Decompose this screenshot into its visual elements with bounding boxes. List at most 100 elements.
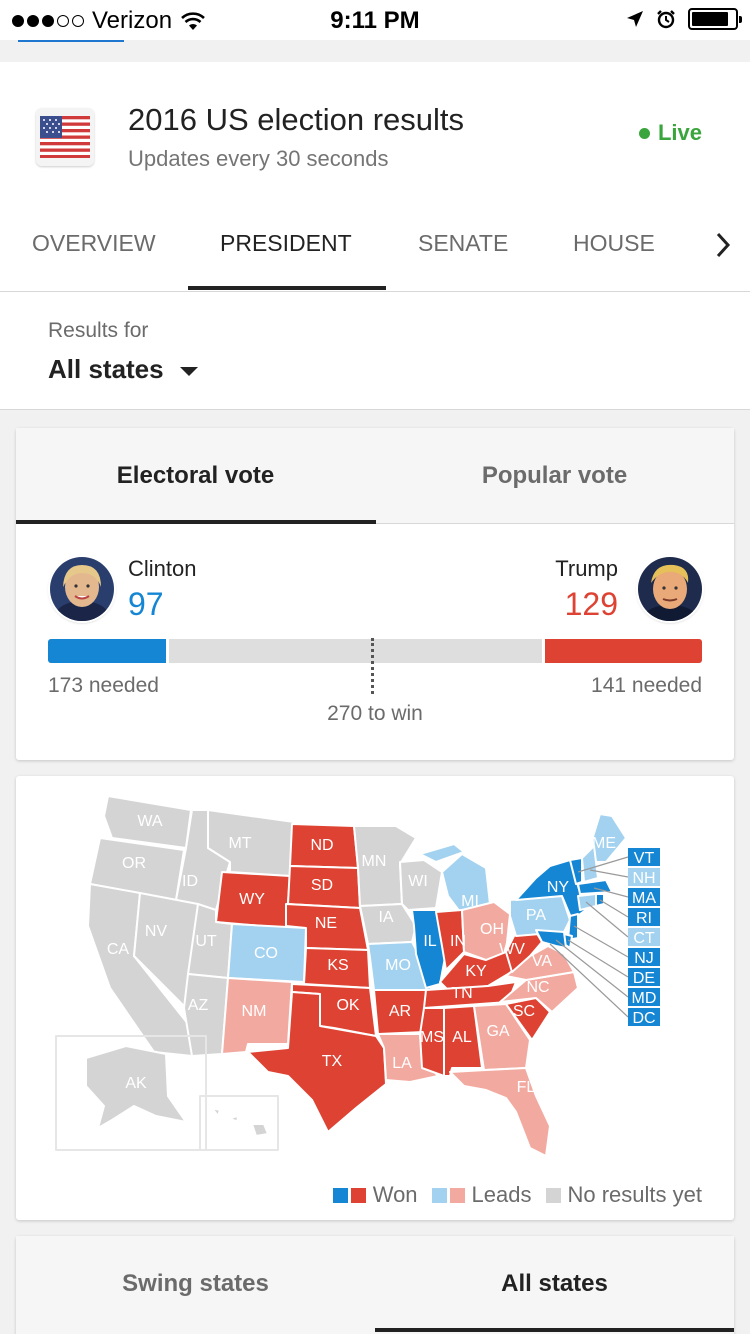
small-state-label-ri: RI — [636, 910, 652, 927]
no-results-swatch — [545, 1187, 561, 1203]
state-label-ky: KY — [465, 963, 487, 980]
state-label-me: ME — [592, 835, 616, 852]
state-label-ar: AR — [389, 1003, 411, 1020]
small-state-label-vt: VT — [634, 850, 655, 867]
page-title: 2016 US election results — [128, 102, 465, 137]
state-selector-value: All states — [48, 354, 164, 384]
state-label-ga: GA — [486, 1023, 509, 1040]
rep-leads-swatch — [449, 1187, 465, 1203]
active-tab-indicator — [188, 286, 386, 290]
state-label-wy: WY — [239, 891, 265, 908]
state-label-ne: NE — [315, 915, 337, 932]
state-label-mo: MO — [385, 957, 411, 974]
tab-popular-vote[interactable]: Popular vote — [375, 462, 734, 490]
state-label-wi: WI — [408, 873, 428, 890]
electoral-vote-card: Electoral vote Popular vote Clinton 97 T… — [16, 428, 734, 760]
state-label-mi: MI — [461, 893, 479, 910]
rep-progress-fill — [545, 639, 702, 663]
state-list-tabs: Swing states All states — [16, 1236, 734, 1334]
tab-electoral-vote[interactable]: Electoral vote — [16, 462, 375, 490]
state-label-in: IN — [450, 933, 466, 950]
win-threshold-marker — [371, 638, 374, 694]
battery-icon — [688, 8, 742, 30]
state-list-card: Swing states All states — [16, 1236, 734, 1334]
map-legend: Won Leads No results yet — [332, 1182, 703, 1208]
state-selector[interactable]: All states — [48, 354, 198, 385]
small-state-label-nh: NH — [632, 870, 655, 887]
connector-ri — [599, 899, 629, 918]
rep-progress-divider — [542, 639, 545, 663]
electoral-map-card: WA OR CA ID NV MT WY UT AZ CO NM ND SD NE KS OK TX MN IA MO… — [16, 776, 734, 1220]
state-label-or: OR — [122, 855, 146, 872]
small-state-label-de: DE — [633, 970, 655, 987]
state-label-il: IL — [423, 933, 436, 950]
election-header: 2016 US election results Updates every 3… — [0, 62, 750, 292]
state-label-az: AZ — [188, 997, 209, 1014]
state-label-sd: SD — [311, 877, 333, 894]
clinton-avatar — [50, 557, 114, 621]
us-flag-icon — [36, 108, 94, 166]
state-label-ks: KS — [327, 957, 348, 974]
state-label-ak: AK — [125, 1075, 147, 1092]
scroll-edge — [0, 40, 750, 62]
dem-progress-divider — [166, 639, 169, 663]
rep-candidate-name: Trump — [555, 556, 618, 581]
tab-swing-states[interactable]: Swing states — [16, 1270, 375, 1298]
state-label-ca: CA — [107, 941, 130, 958]
state-label-sc: SC — [513, 1003, 535, 1020]
state-label-mt: MT — [228, 835, 251, 852]
small-state-label-ma: MA — [632, 890, 656, 907]
state-label-fl: FL — [517, 1079, 536, 1096]
small-state-label-ct: CT — [633, 930, 655, 947]
state-label-ny: NY — [547, 879, 570, 896]
state-label-ut: UT — [195, 933, 217, 950]
state-label-ms: MS — [420, 1029, 444, 1046]
state-label-wv: WV — [499, 941, 525, 958]
live-label: Live — [657, 120, 702, 145]
rep-electoral-votes: 129 — [564, 586, 618, 622]
trump-avatar — [638, 557, 702, 621]
dem-candidate-name: Clinton — [128, 556, 197, 581]
state-label-va: VA — [532, 953, 552, 970]
state-label-tx: TX — [322, 1053, 343, 1070]
tab-house[interactable]: HOUSE — [573, 230, 655, 292]
us-electoral-map[interactable]: WA OR CA ID NV MT WY UT AZ CO NM ND SD NE KS OK TX MN IA MO… — [16, 776, 734, 1220]
dem-progress-fill — [48, 639, 166, 663]
dropdown-caret-icon — [179, 367, 198, 376]
state-label-co: CO — [254, 945, 278, 962]
small-state-label-nj: NJ — [634, 950, 654, 967]
state-label-ok: OK — [336, 997, 359, 1014]
active-bottom-tab-indicator — [375, 1328, 734, 1332]
live-dot-icon — [638, 127, 650, 139]
live-indicator: Live — [638, 120, 702, 146]
update-frequency: Updates every 30 seconds — [128, 146, 389, 171]
location-arrow-icon — [627, 11, 643, 27]
vote-type-tabs: Electoral vote Popular vote — [16, 428, 734, 524]
chevron-right-icon[interactable] — [708, 230, 738, 260]
dem-votes-needed: 173 needed — [48, 674, 159, 697]
results-for-label: Results for — [48, 319, 149, 342]
state-label-nm: NM — [242, 1003, 267, 1020]
state-filter[interactable]: Results for All states — [0, 292, 750, 410]
state-label-pa: PA — [526, 907, 546, 924]
active-subtab-indicator — [16, 520, 376, 524]
dem-won-swatch — [332, 1187, 348, 1203]
state-label-nd: ND — [310, 837, 333, 854]
state-label-wa: WA — [137, 813, 163, 830]
section-tabs: OVERVIEW PRESIDENT SENATE HOUSE — [0, 214, 750, 292]
state-label-hi: HI — [228, 1113, 244, 1130]
tab-overview[interactable]: OVERVIEW — [32, 230, 156, 292]
connector-ct — [585, 901, 629, 938]
legend-leads: Leads — [471, 1182, 532, 1207]
tab-president[interactable]: PRESIDENT — [220, 230, 352, 292]
tab-senate[interactable]: SENATE — [418, 230, 508, 292]
state-label-nv: NV — [145, 923, 168, 940]
state-label-id: ID — [182, 873, 198, 890]
connector-de — [567, 939, 629, 978]
legend-no-results: No results yet — [567, 1182, 703, 1207]
state-label-oh: OH — [480, 921, 504, 938]
small-state-label-dc: DC — [632, 1010, 655, 1027]
alarm-icon — [657, 10, 675, 29]
tab-all-states[interactable]: All states — [375, 1270, 734, 1298]
state-label-ia: IA — [378, 909, 393, 926]
